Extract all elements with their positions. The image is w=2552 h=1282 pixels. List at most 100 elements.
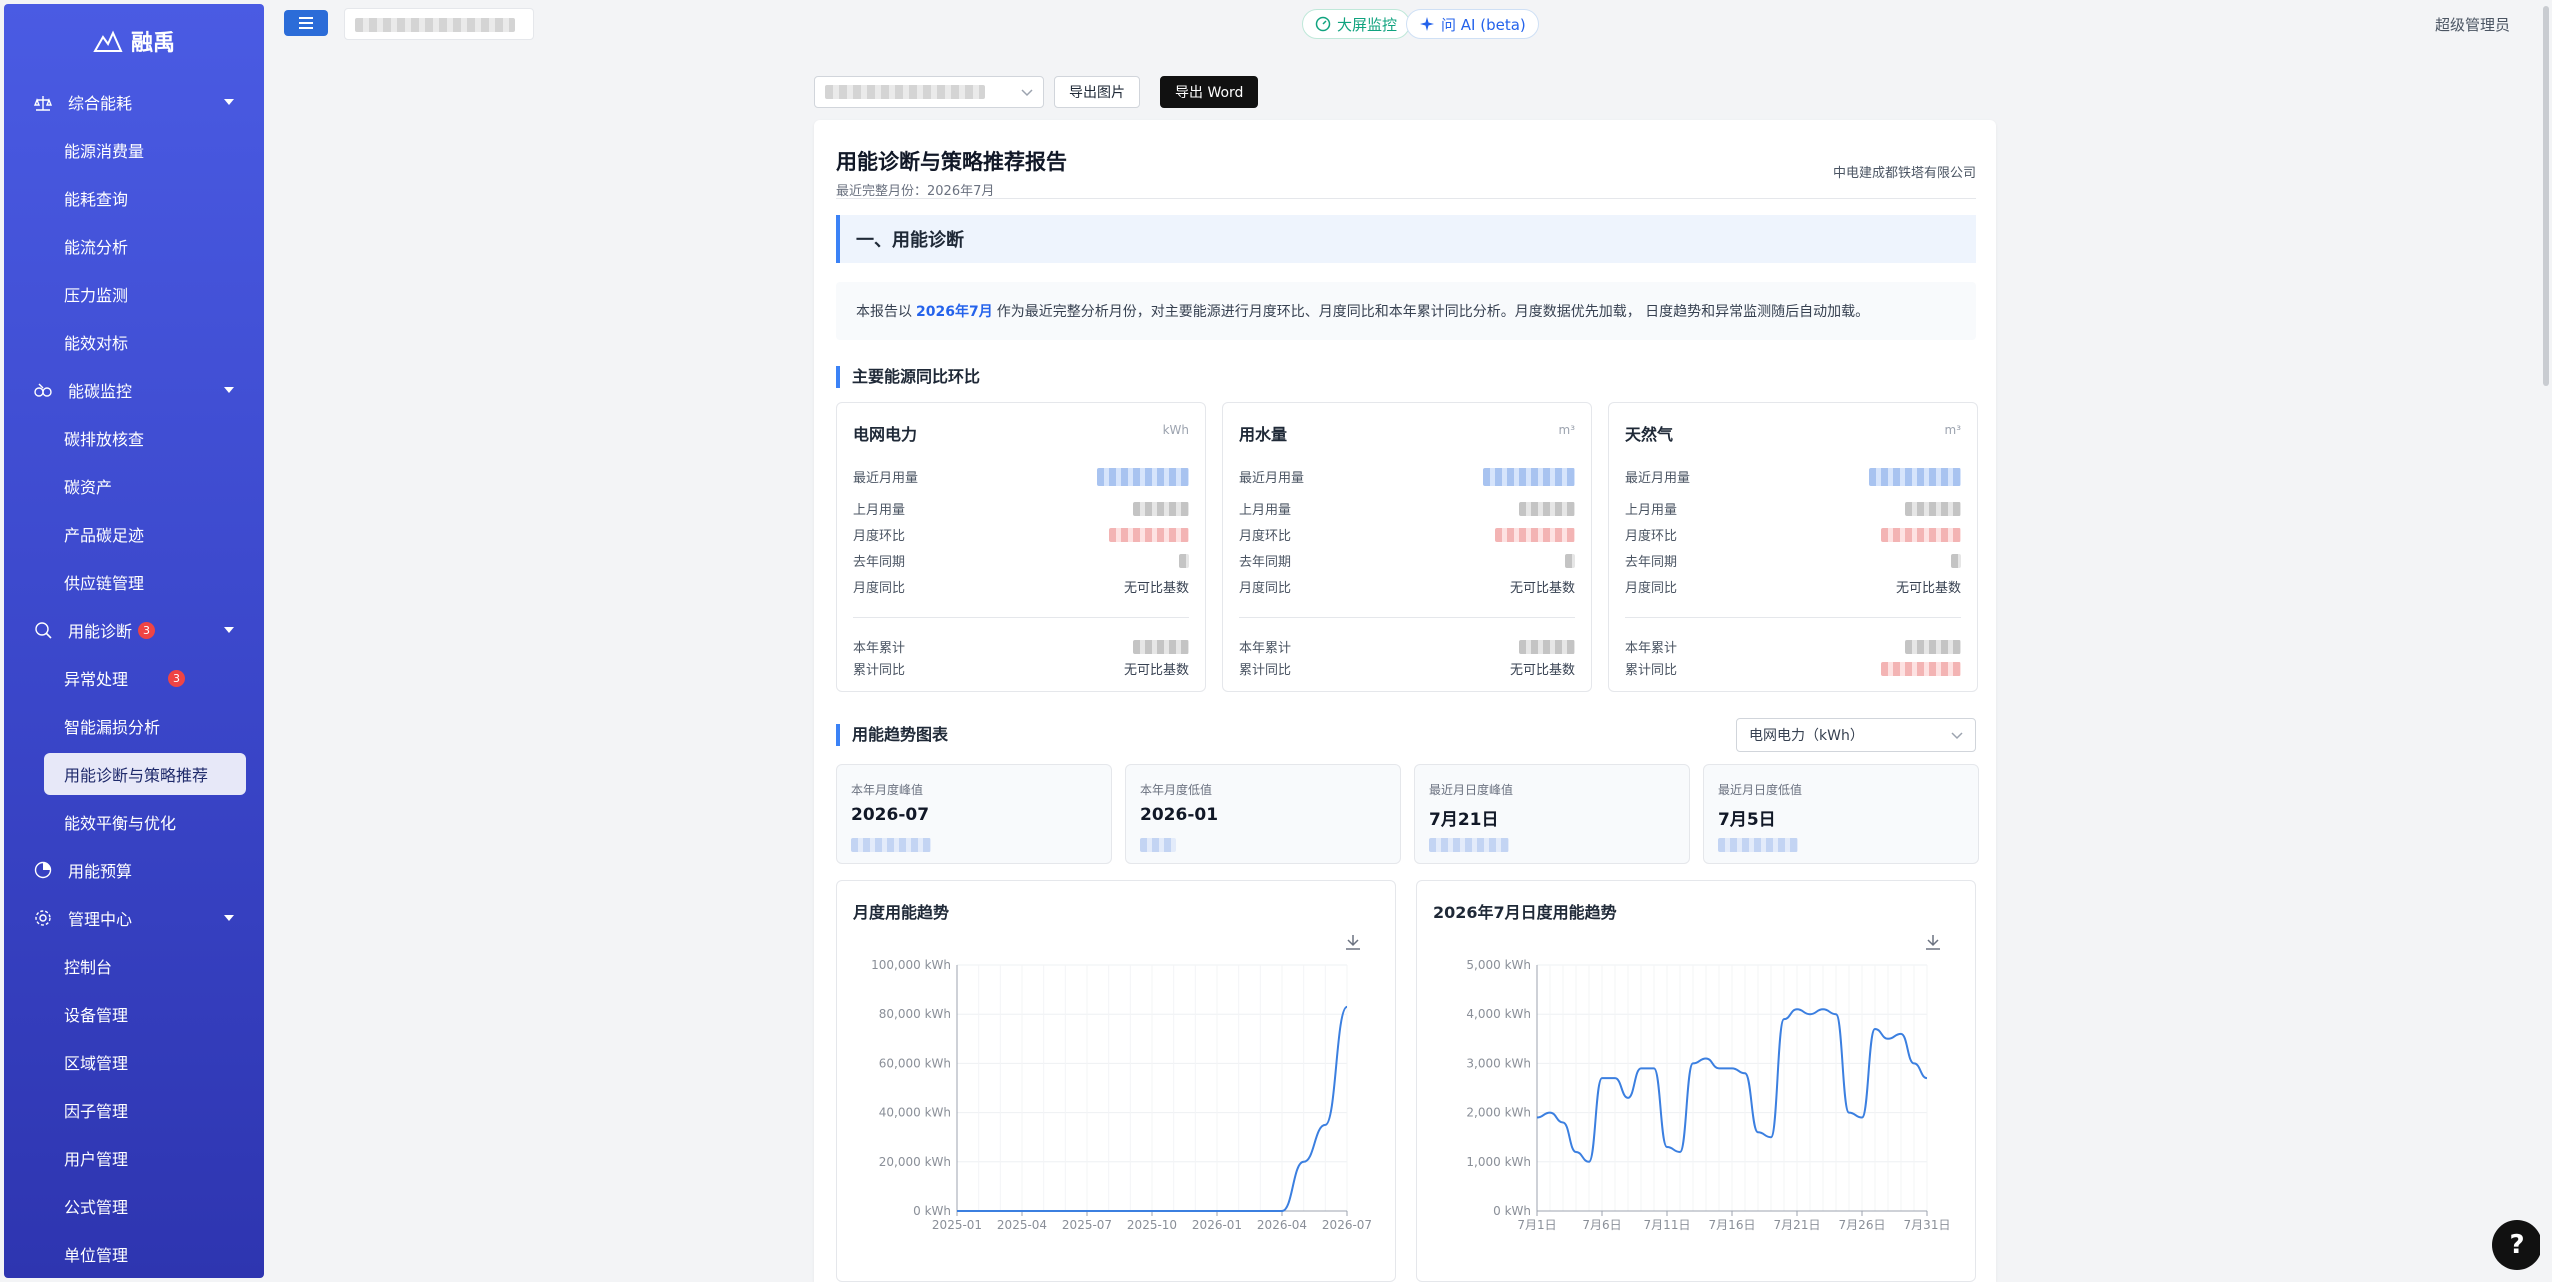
- nav-item[interactable]: 能效对标: [4, 318, 264, 366]
- nav-item[interactable]: 供应链管理: [4, 558, 264, 606]
- nav-item[interactable]: 单位管理: [4, 1230, 264, 1278]
- energy-card: 电网电力 kWh 最近月用量 上月用量 月度环比 去年同期 月度同比 无可比基数 本年累计 累计同…: [836, 402, 1206, 692]
- page-scrollbar[interactable]: [2540, 0, 2552, 1282]
- metric-label: 月度环比: [1625, 529, 1678, 544]
- metric-value: 无可比基数: [1509, 581, 1575, 596]
- nav-item[interactable]: 设备管理: [4, 990, 264, 1038]
- app-logo[interactable]: 融禹: [4, 4, 264, 78]
- nav-item[interactable]: 产品碳足迹: [4, 510, 264, 558]
- nav-item[interactable]: 智能漏损分析: [4, 702, 264, 750]
- report-title: 用能诊断与策略推荐报告: [836, 150, 1067, 174]
- user-menu[interactable]: 超级管理员: [2435, 14, 2510, 35]
- y-tick-label: 60,000 kWh: [879, 1056, 951, 1070]
- nav-item-label: 碳资产: [64, 478, 113, 497]
- caret-down-icon: [224, 627, 234, 633]
- nav-group-label: 能碳监控: [68, 382, 133, 401]
- nav-group-1[interactable]: 综合能耗: [4, 78, 264, 126]
- nav-item[interactable]: 用户管理: [4, 1134, 264, 1182]
- energy-card-unit: m³: [1944, 423, 1962, 437]
- nav-item[interactable]: 压力监测: [4, 270, 264, 318]
- redacted-value: [1495, 527, 1575, 542]
- nav-item[interactable]: 能流分析: [4, 222, 264, 270]
- metric-value: 无可比基数: [1895, 581, 1961, 596]
- metric-label: 月度环比: [853, 529, 906, 544]
- stat-label: 最近月日度低值: [1718, 783, 1803, 797]
- card-divider: [1239, 617, 1575, 618]
- help-button[interactable]: ?: [2492, 1220, 2542, 1270]
- export-word-button[interactable]: 导出 Word: [1160, 76, 1259, 108]
- nav-group-5[interactable]: 管理中心: [4, 894, 264, 942]
- trend-heading: 用能趋势图表: [836, 724, 948, 746]
- download-icon: [1926, 935, 1940, 950]
- metric-label: 最近月用量: [1239, 471, 1305, 486]
- metric-row: 最近月用量: [1625, 467, 1961, 486]
- nav-group-4[interactable]: 用能预算: [4, 846, 264, 894]
- mountain-logo-icon: [93, 30, 123, 52]
- nav-item[interactable]: 区域管理: [4, 1038, 264, 1086]
- x-tick-label: 7月26日: [1839, 1218, 1886, 1232]
- nav-group-label: 用能诊断: [68, 622, 133, 641]
- nav-list: 综合能耗能源消费量 能耗查询 能流分析 压力监测能效对标能碳监控碳排放核查碳资产产品碳…: [4, 78, 264, 1278]
- metric-label: 月度环比: [1239, 529, 1292, 544]
- nav-group-2[interactable]: 能碳监控: [4, 366, 264, 414]
- redacted-value: [851, 838, 931, 852]
- menu-toggle-button[interactable]: [284, 10, 328, 36]
- breadcrumb-search-input[interactable]: [344, 8, 534, 40]
- nav-item[interactable]: 能耗查询: [4, 174, 264, 222]
- redacted-value: [1519, 501, 1575, 516]
- redacted-value: [1179, 553, 1189, 568]
- metric-label: 累计同比: [853, 663, 906, 678]
- export-image-button[interactable]: 导出图片: [1054, 76, 1140, 108]
- metric-label: 月度同比: [1239, 581, 1292, 596]
- y-tick-label: 20,000 kWh: [879, 1155, 951, 1169]
- redacted-value: [1718, 838, 1798, 852]
- nav-item[interactable]: 控制台: [4, 942, 264, 990]
- nav-item[interactable]: 用能诊断与策略推荐: [44, 753, 246, 795]
- nav-item[interactable]: 能源消费量: [4, 126, 264, 174]
- caret-down-icon: [224, 99, 234, 105]
- nav-item-label: 因子管理: [64, 1102, 129, 1121]
- nav-item[interactable]: 异常处理 3: [4, 654, 264, 702]
- redacted-value: [1133, 639, 1189, 654]
- x-tick-label: 7月1日: [1517, 1218, 1556, 1232]
- metric-label: 月度同比: [853, 581, 906, 596]
- nav-item[interactable]: 公式管理: [4, 1182, 264, 1230]
- scrollbar-thumb[interactable]: [2543, 6, 2549, 386]
- redacted-text: [825, 85, 985, 99]
- nav-group-label: 综合能耗: [68, 94, 133, 113]
- nav-group-3[interactable]: 用能诊断 3: [4, 606, 264, 654]
- nav-item[interactable]: 能效平衡与优化: [4, 798, 264, 846]
- daily-chart-card: 2026年7月日度用能趋势 0 kWh 1,000 kWh 2,000 kWh 3,0…: [1416, 880, 1976, 1282]
- nav-item-label: 设备管理: [64, 1006, 129, 1025]
- metric-label: 上月用量: [853, 503, 906, 518]
- x-tick-label: 2026-01: [1192, 1218, 1242, 1232]
- redacted-value: [1905, 639, 1961, 654]
- carbon-icon: [32, 379, 54, 401]
- nav-item[interactable]: 碳排放核查: [4, 414, 264, 462]
- caret-down-icon: [224, 387, 234, 393]
- ask-ai-button[interactable]: 问 AI (beta): [1406, 9, 1539, 39]
- org-select[interactable]: [814, 76, 1044, 108]
- bigscreen-monitor-button[interactable]: 大屏监控: [1302, 9, 1411, 39]
- bigscreen-label: 大屏监控: [1337, 15, 1398, 34]
- nav-item[interactable]: 因子管理: [4, 1086, 264, 1134]
- stat-value: 2026-07: [851, 805, 930, 825]
- energy-card-title: 用水量: [1239, 425, 1288, 444]
- gauge-icon: [1315, 16, 1331, 32]
- energy-type-select[interactable]: 电网电力（kWh）: [1736, 718, 1976, 752]
- x-tick-label: 2025-10: [1127, 1218, 1177, 1232]
- metric-value: 无可比基数: [1509, 663, 1575, 678]
- report-toolbar: 导出图片 导出 Word: [814, 76, 1259, 108]
- nav-item[interactable]: 碳资产: [4, 462, 264, 510]
- nav-item-badge: 3: [168, 669, 186, 687]
- metric-label: 上月用量: [1239, 503, 1292, 518]
- nav-item-label: 公式管理: [64, 1198, 129, 1217]
- stat-blur-wrap: [851, 837, 931, 856]
- y-tick-label: 3,000 kWh: [1466, 1056, 1531, 1070]
- nav-item-label: 能效对标: [64, 334, 129, 353]
- monthly-chart: 0 kWh 20,000 kWh 40,000 kWh 60,000 kWh 80,00…: [871, 935, 1372, 1232]
- redacted-value: [1869, 467, 1961, 486]
- metric-row: 上月用量: [1239, 499, 1575, 518]
- stat-blur-wrap: [1429, 837, 1509, 856]
- stat-blur-wrap: [1140, 837, 1176, 856]
